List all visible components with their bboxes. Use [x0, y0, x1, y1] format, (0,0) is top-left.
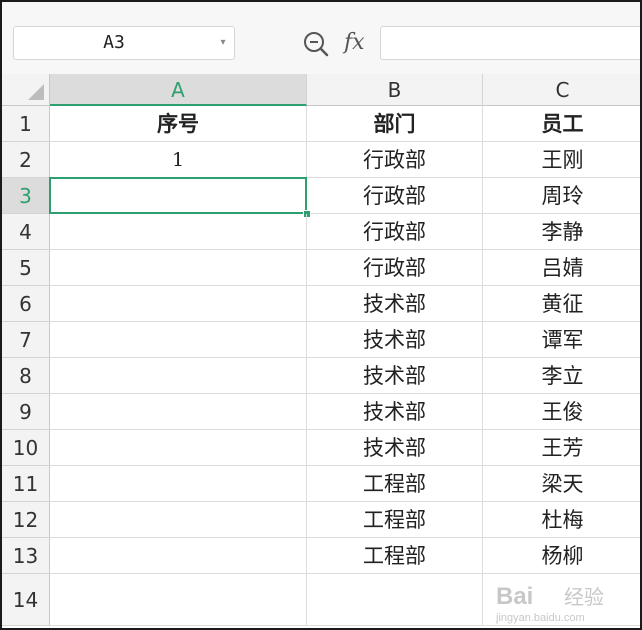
cell-a1[interactable]: 序号 — [50, 106, 307, 142]
cell-b13[interactable]: 工程部 — [307, 538, 483, 574]
cell-a13[interactable] — [50, 538, 307, 574]
cell-c8[interactable]: 李立 — [483, 358, 640, 394]
cell-b12[interactable]: 工程部 — [307, 502, 483, 538]
cell-b1[interactable]: 部门 — [307, 106, 483, 142]
cell-a6[interactable] — [50, 286, 307, 322]
select-all-corner[interactable] — [2, 74, 50, 106]
cell-c5[interactable]: 吕婧 — [483, 250, 640, 286]
row-header-14[interactable]: 14 — [2, 574, 50, 626]
sheet-grid: A B C 1 序号 部门 员工 2 1 行政部 王刚 3 行政部 周玲 4 行政部 李静 5 行政部 吕婧 6 技术部黄… — [2, 74, 640, 628]
row-header-1[interactable]: 1 — [2, 106, 50, 142]
cell-b10[interactable]: 技术部 — [307, 430, 483, 466]
cell-a12[interactable] — [50, 502, 307, 538]
column-header-c[interactable]: C — [483, 74, 640, 106]
cell-a9[interactable] — [50, 394, 307, 430]
cell-a4[interactable] — [50, 214, 307, 250]
cell-b8[interactable]: 技术部 — [307, 358, 483, 394]
cell-c12[interactable]: 杜梅 — [483, 502, 640, 538]
cell-b5[interactable]: 行政部 — [307, 250, 483, 286]
row-header-8[interactable]: 8 — [2, 358, 50, 394]
row-header-5[interactable]: 5 — [2, 250, 50, 286]
cell-a5[interactable] — [50, 250, 307, 286]
cell-a10[interactable] — [50, 430, 307, 466]
row-header-11[interactable]: 11 — [2, 466, 50, 502]
cell-c1[interactable]: 员工 — [483, 106, 640, 142]
row-header-13[interactable]: 13 — [2, 538, 50, 574]
cell-c6[interactable]: 黄征 — [483, 286, 640, 322]
cell-a2[interactable]: 1 — [50, 142, 307, 178]
cell-c11[interactable]: 梁天 — [483, 466, 640, 502]
cell-c10[interactable]: 王芳 — [483, 430, 640, 466]
column-header-b[interactable]: B — [307, 74, 483, 106]
row-header-3[interactable]: 3 — [2, 178, 50, 214]
select-all-icon — [28, 84, 44, 100]
cell-b3[interactable]: 行政部 — [307, 178, 483, 214]
cell-b6[interactable]: 技术部 — [307, 286, 483, 322]
cell-b2[interactable]: 行政部 — [307, 142, 483, 178]
cell-a3[interactable] — [50, 178, 307, 214]
cell-c14[interactable] — [483, 574, 640, 626]
row-header-6[interactable]: 6 — [2, 286, 50, 322]
cell-c7[interactable]: 谭军 — [483, 322, 640, 358]
cell-b4[interactable]: 行政部 — [307, 214, 483, 250]
cell-b14[interactable] — [307, 574, 483, 626]
zoom-icon[interactable] — [302, 30, 330, 58]
row-header-9[interactable]: 9 — [2, 394, 50, 430]
row-header-10[interactable]: 10 — [2, 430, 50, 466]
cell-c2[interactable]: 王刚 — [483, 142, 640, 178]
row-header-7[interactable]: 7 — [2, 322, 50, 358]
cell-b9[interactable]: 技术部 — [307, 394, 483, 430]
cell-a8[interactable] — [50, 358, 307, 394]
function-icon[interactable]: fx — [344, 28, 374, 58]
column-header-a[interactable]: A — [50, 74, 307, 106]
cell-b7[interactable]: 技术部 — [307, 322, 483, 358]
chevron-down-icon[interactable]: ▾ — [216, 27, 230, 59]
cell-c9[interactable]: 王俊 — [483, 394, 640, 430]
formula-bar: A3 ▾ fx — [2, 2, 640, 75]
row-header-4[interactable]: 4 — [2, 214, 50, 250]
formula-input[interactable] — [380, 26, 640, 60]
cell-c4[interactable]: 李静 — [483, 214, 640, 250]
name-box[interactable]: A3 ▾ — [13, 26, 235, 60]
spreadsheet-window: A3 ▾ fx A B C 1 序号 部门 员工 2 1 行政部 王刚 3 行政部 周玲 4 行政部 李静 5 行政… — [0, 0, 642, 630]
row-header-2[interactable]: 2 — [2, 142, 50, 178]
row-header-12[interactable]: 12 — [2, 502, 50, 538]
cell-a14[interactable] — [50, 574, 307, 626]
cell-a7[interactable] — [50, 322, 307, 358]
cell-a11[interactable] — [50, 466, 307, 502]
cell-c13[interactable]: 杨柳 — [483, 538, 640, 574]
cell-c3[interactable]: 周玲 — [483, 178, 640, 214]
name-box-value: A3 — [103, 32, 125, 53]
cell-b11[interactable]: 工程部 — [307, 466, 483, 502]
